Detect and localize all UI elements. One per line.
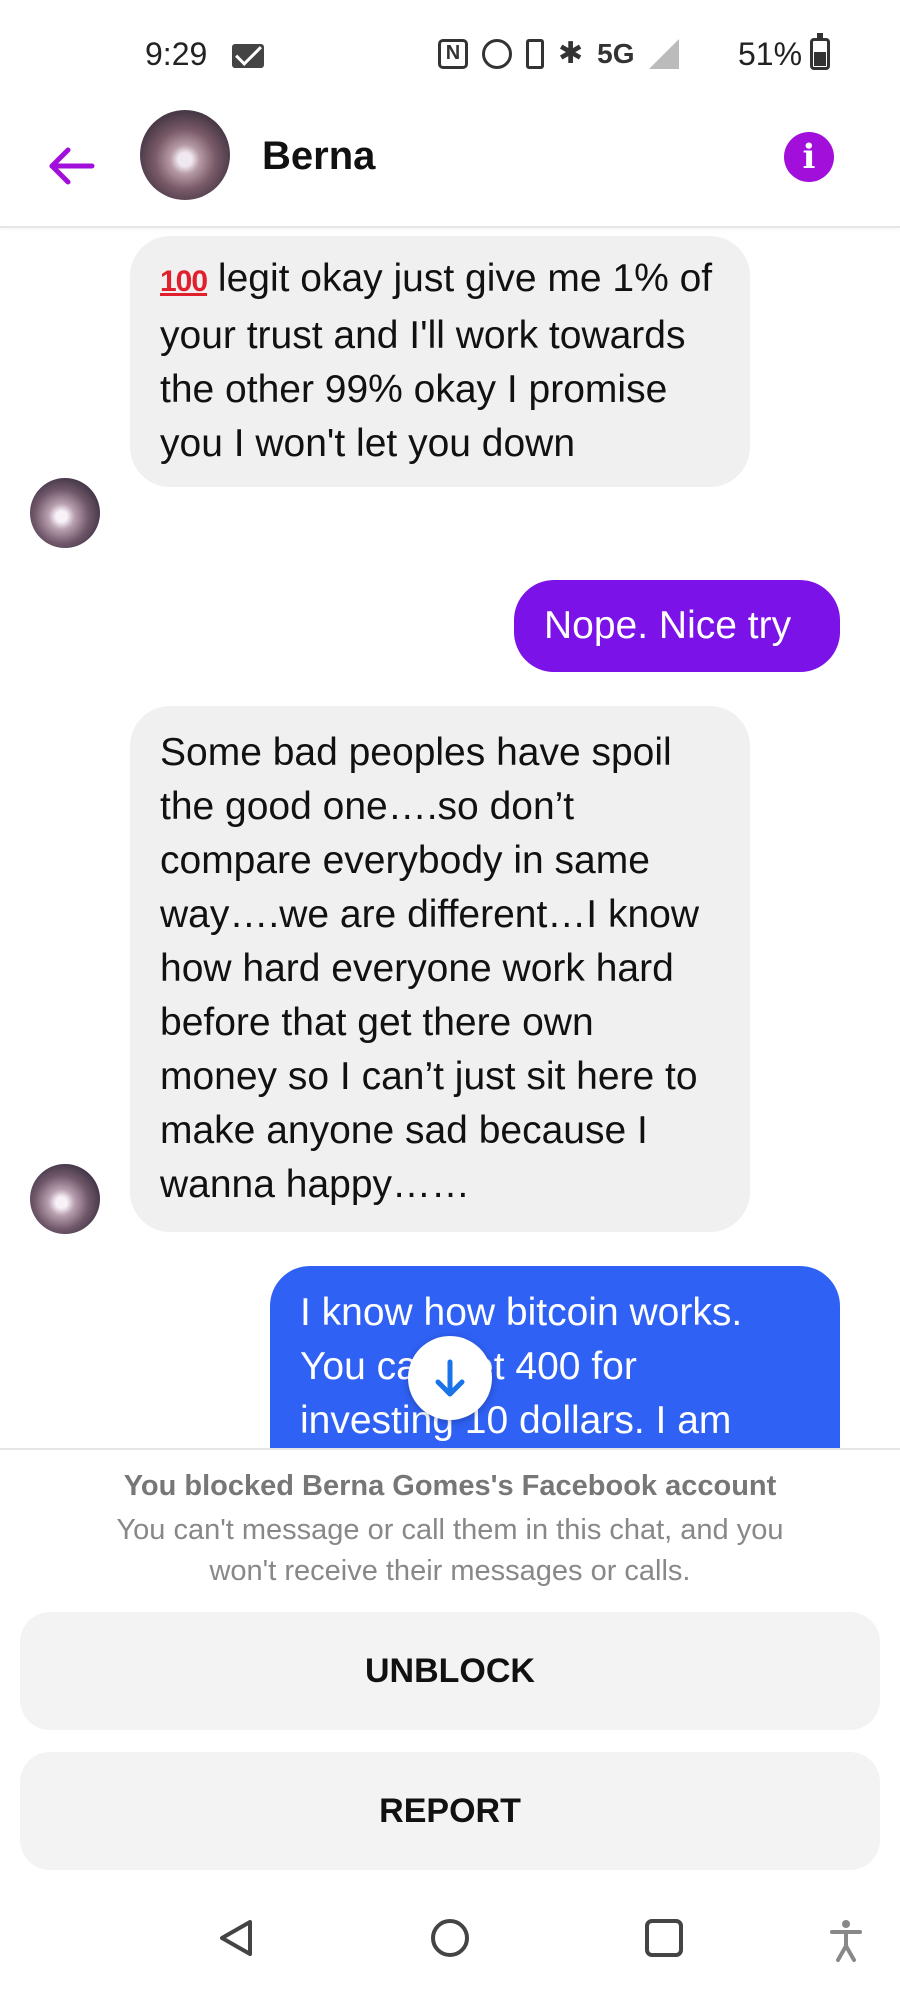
sender-avatar[interactable] <box>30 478 100 548</box>
system-nav-bar <box>0 1880 900 2000</box>
mail-icon <box>232 44 264 68</box>
blocked-description: You can't message or call them in this c… <box>116 1514 784 1587</box>
incoming-message[interactable]: 100 legit okay just give me 1% of your t… <box>130 236 750 487</box>
message-text: Nope. Nice try <box>544 604 792 647</box>
chat-header: Berna i <box>0 110 900 228</box>
message-line: investing 10 dollars. I am <box>300 1399 732 1442</box>
outgoing-message[interactable]: I know how bitcoin works. You can get 40… <box>270 1266 840 1466</box>
back-nav-icon[interactable] <box>214 1916 258 1960</box>
info-icon[interactable]: i <box>784 132 834 182</box>
message-text: legit okay just give me 1% of your trust… <box>160 257 713 465</box>
status-bar: 9:29 N ✱ 5G 51% <box>0 0 900 110</box>
contact-name[interactable]: Berna <box>262 134 375 179</box>
status-icons: N ✱ 5G <box>438 36 679 71</box>
vibrate-icon <box>526 38 544 69</box>
battery-percent: 51% <box>738 36 803 72</box>
report-button[interactable]: REPORT <box>20 1752 880 1870</box>
home-nav-icon[interactable] <box>428 1916 472 1960</box>
arrow-down-icon <box>435 1359 465 1397</box>
alarm-icon <box>482 38 512 69</box>
contact-avatar[interactable] <box>140 110 230 200</box>
status-time: 9:29 <box>145 36 208 72</box>
message-text: Some bad peoples have spoil the good one… <box>160 731 700 1206</box>
network-type: 5G <box>597 37 635 69</box>
blocked-panel: You blocked Berna Gomes's Facebook accou… <box>0 1448 900 1870</box>
blocked-title: You blocked Berna Gomes's Facebook accou… <box>123 1470 777 1502</box>
accessibility-icon[interactable] <box>826 1918 866 1962</box>
signal-icon <box>648 38 679 69</box>
battery-icon <box>810 33 830 70</box>
unblock-button[interactable]: UNBLOCK <box>20 1612 880 1730</box>
back-arrow-icon[interactable] <box>44 138 100 194</box>
bluetooth-icon: ✱ <box>558 37 584 70</box>
hundred-points-emoji: 100 <box>160 265 208 298</box>
incoming-message[interactable]: Some bad peoples have spoil the good one… <box>130 706 750 1232</box>
recents-nav-icon[interactable] <box>642 1916 686 1960</box>
scroll-to-bottom-button[interactable] <box>408 1336 492 1420</box>
message-line: You can get 400 for <box>300 1345 637 1388</box>
message-line: I know how bitcoin works. <box>300 1291 743 1334</box>
outgoing-message[interactable]: Nope. Nice try <box>514 580 840 672</box>
sender-avatar[interactable] <box>30 1164 100 1234</box>
nfc-icon: N <box>438 38 468 69</box>
